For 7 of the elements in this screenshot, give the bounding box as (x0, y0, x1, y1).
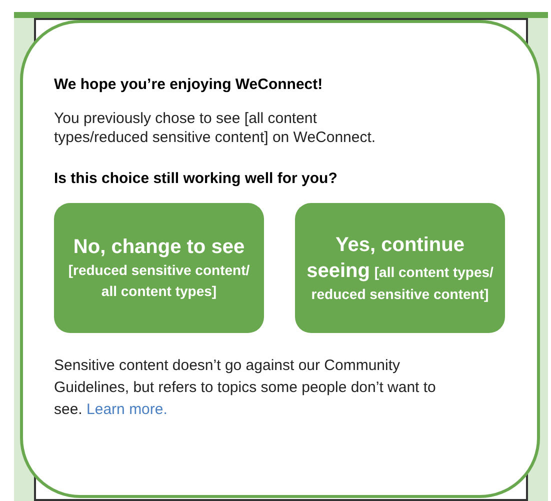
choice-button[interactable]: No, change to see [reduced sensitive content/ all content types] (54, 203, 264, 333)
footer-text: Sensitive content doesn’t go against our Community Guidelines, but refers to topics some people don’t want to see. Learn more. (54, 356, 437, 420)
dialog-title: We hope you’re enjoying WeConnect! (54, 75, 324, 95)
dialog-question: Is this choice still working well for you? (54, 169, 338, 189)
dialog-message: You previously chose to see [all content types/reduced sensitive content] on WeConnect. (54, 109, 377, 147)
choice-button[interactable]: Yes, continue seeing [all content types/ reduced sensitive content] (295, 203, 505, 333)
learn-more-link[interactable]: Learn more. (86, 401, 168, 418)
